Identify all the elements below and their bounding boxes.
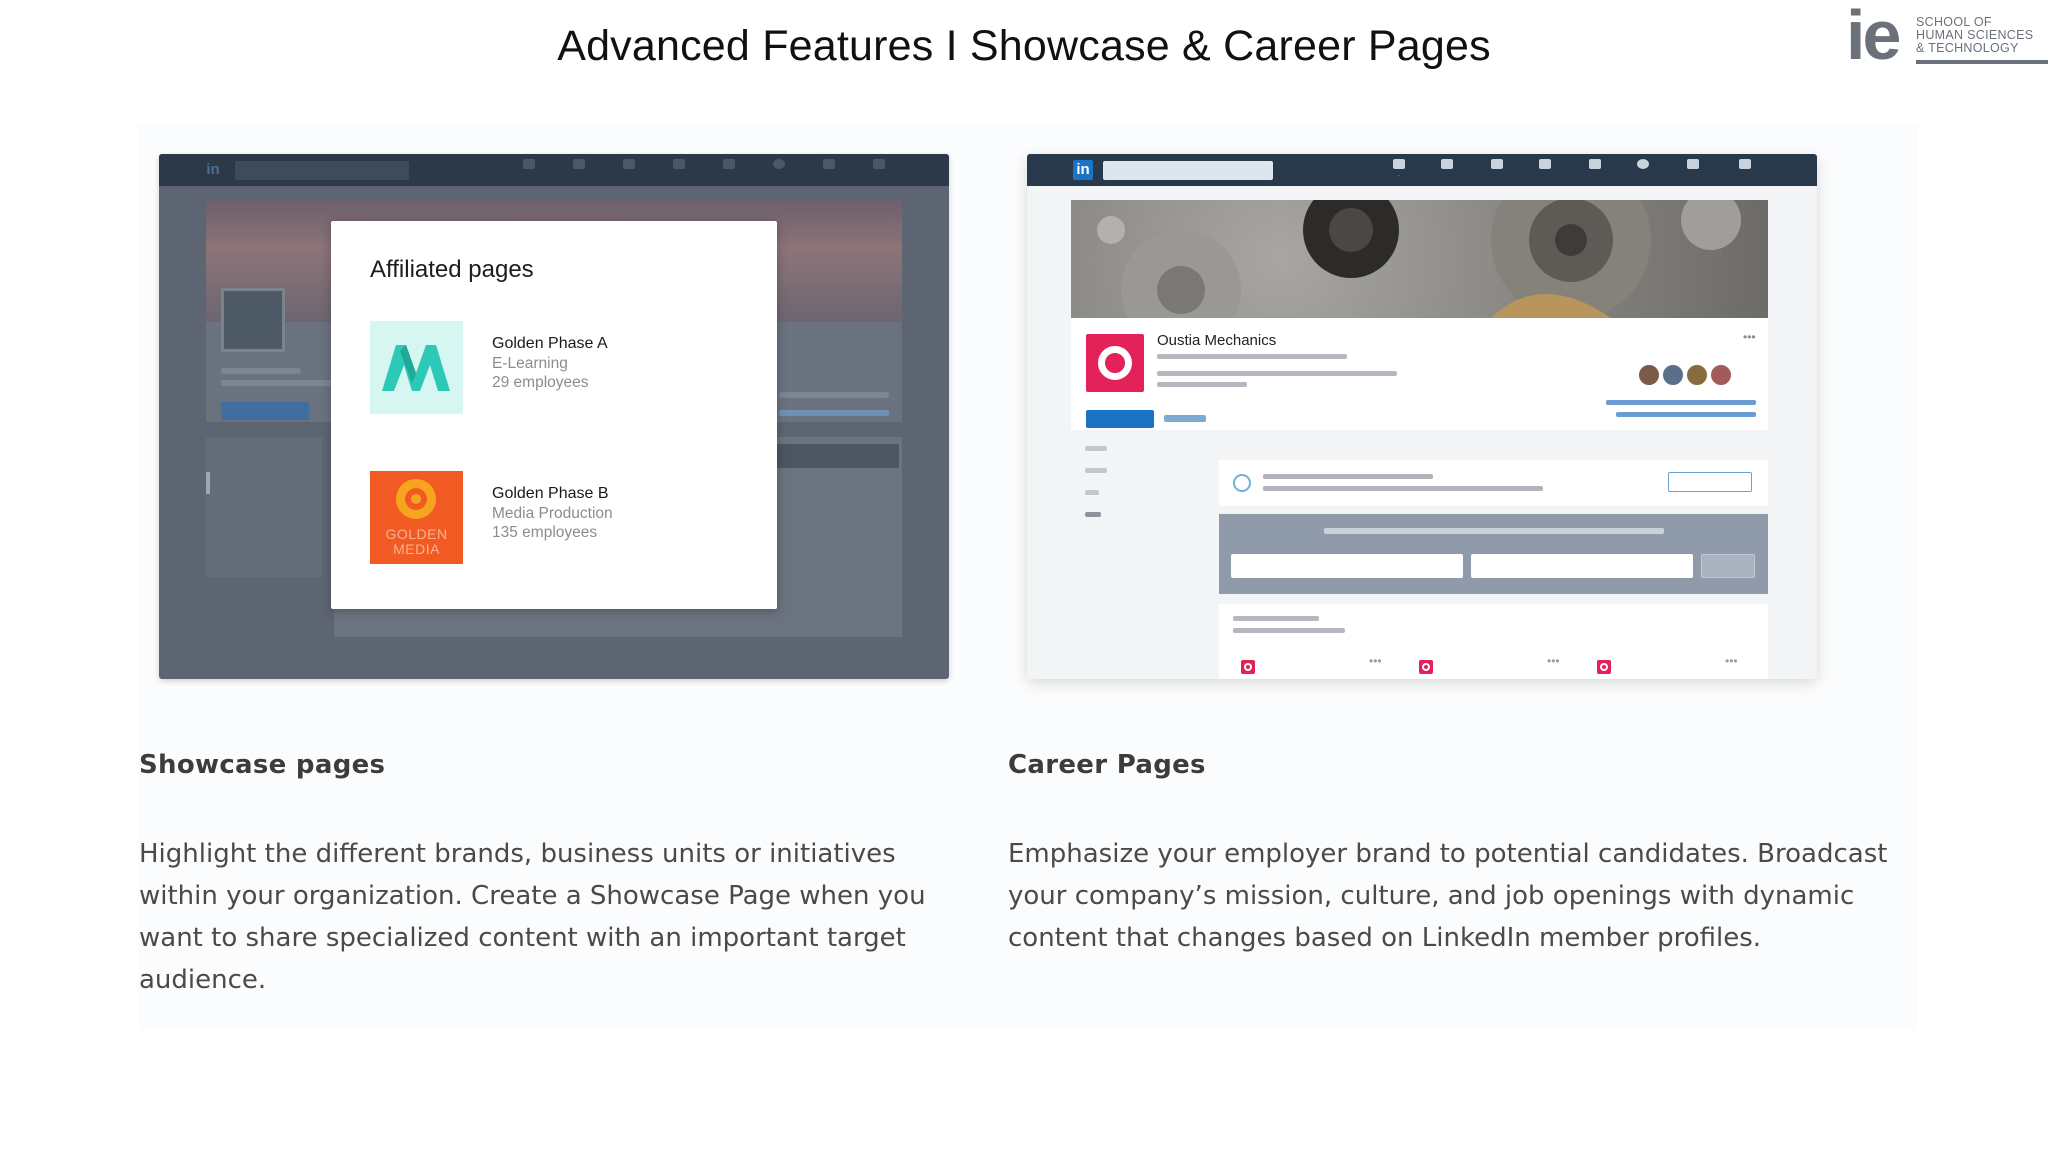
linkedin-nav-bar: in .: [1027, 154, 1817, 186]
home-icon: .: [1383, 159, 1415, 181]
company-logo: [221, 288, 285, 352]
profile-icon: [763, 159, 795, 181]
nav-search-input: [235, 161, 409, 180]
more-options-icon[interactable]: •••: [1369, 654, 1382, 668]
blurred-link: [779, 410, 889, 416]
visit-website-button: [221, 402, 309, 420]
m-letter-logo-icon: [370, 321, 463, 414]
affiliated-pages-modal: Affiliated pages Golden Phase A E-Learni…: [331, 221, 777, 609]
more-options-icon[interactable]: •••: [1743, 330, 1756, 344]
logo-line: & TECHNOLOGY: [1916, 41, 2019, 55]
showcase-description: Highlight the different brands, business…: [139, 839, 926, 995]
job-search-button[interactable]: [1701, 554, 1755, 578]
career-heading: Career Pages: [1008, 750, 1206, 780]
affiliated-page-employees: 135 employees: [492, 524, 598, 541]
grid-icon: [1677, 159, 1709, 181]
sidebar-item[interactable]: [1085, 490, 1099, 495]
connections-link[interactable]: [1606, 400, 1756, 405]
blurred-text: [1233, 628, 1345, 633]
logo-text: SCHOOL OF HUMAN SCIENCES & TECHNOLOGY: [1916, 16, 2033, 55]
blurred-text: [1263, 486, 1543, 491]
blurred-text: [221, 368, 301, 374]
messaging-icon: [663, 159, 695, 181]
company-logo-icon: [1241, 660, 1255, 674]
job-keyword-input[interactable]: [1231, 554, 1463, 578]
company-logo-icon: [1419, 660, 1433, 674]
jobs-icon: [1481, 159, 1513, 181]
job-search-section: [1219, 514, 1768, 594]
logo-mark: ie: [1846, 0, 1901, 74]
avatar: [1709, 363, 1733, 387]
linkedin-logo-icon: in: [1073, 160, 1093, 180]
affiliated-page-name: Golden Phase A: [492, 335, 608, 352]
ie-school-logo: ie SCHOOL OF HUMAN SCIENCES & TECHNOLOGY: [1846, 0, 2048, 74]
company-tagline: [1157, 382, 1247, 387]
home-icon: [513, 159, 545, 181]
affiliated-page-category: Media Production: [492, 505, 613, 522]
sidebar-item[interactable]: [1085, 512, 1101, 517]
company-name: Oustia Mechanics: [1157, 332, 1277, 349]
career-page-screenshot: in . Oustia Mechanics ••• ••• ••• •••: [1027, 154, 1817, 679]
linkedin-nav-bar: in: [159, 154, 949, 186]
job-location-input[interactable]: [1471, 554, 1693, 578]
nav-search-input: [1103, 161, 1273, 180]
create-job-alert-button[interactable]: [1668, 472, 1752, 492]
clock-icon: [1233, 474, 1251, 492]
company-logo-icon: [1086, 334, 1144, 392]
blurred-text: [1263, 474, 1433, 479]
company-logo-icon: [1597, 660, 1611, 674]
notifications-icon: [713, 159, 745, 181]
affiliated-page-name: Golden Phase B: [492, 485, 609, 502]
company-header-card: Oustia Mechanics •••: [1071, 318, 1768, 430]
recommended-jobs-card: ••• ••• •••: [1219, 604, 1768, 679]
blurred-text: [221, 380, 341, 386]
logo-text-line: MEDIA: [393, 541, 440, 557]
avatar: [1685, 363, 1709, 387]
showcase-heading: Showcase pages: [139, 750, 386, 780]
profile-icon: [1627, 159, 1659, 181]
company-cover-image: [1071, 200, 1768, 318]
affiliated-page-item[interactable]: Golden Phase A E-Learning 29 employees: [370, 321, 750, 415]
sidebar-active-indicator: [206, 472, 210, 494]
network-icon: [1431, 159, 1463, 181]
blurred-text: [1233, 616, 1319, 621]
jobs-icon: [613, 159, 645, 181]
company-meta: [1157, 354, 1347, 359]
golden-media-logo-icon: GOLDEN MEDIA: [370, 471, 463, 564]
messaging-icon: [1529, 159, 1561, 181]
job-alert-card: [1219, 460, 1768, 506]
blurred-text: [1324, 528, 1664, 534]
modal-title: Affiliated pages: [370, 256, 534, 283]
blurred-bar: [759, 444, 899, 468]
learning-icon: [863, 159, 895, 181]
more-options-icon[interactable]: •••: [1547, 654, 1560, 668]
linkedin-logo-icon: in: [206, 161, 220, 178]
slide-title: Advanced Features I Showcase & Career Pa…: [557, 22, 1491, 70]
follow-button[interactable]: [1164, 415, 1206, 422]
showcase-page-screenshot: in Affiliated pages Golden Phase A E-Lea…: [159, 154, 949, 679]
avatar: [1637, 363, 1661, 387]
logo-text-line: GOLDEN: [385, 526, 448, 542]
sidebar-nav: [1071, 442, 1201, 562]
career-description: Emphasize your employer brand to potenti…: [1008, 839, 1888, 953]
company-tagline: [1157, 371, 1397, 376]
sidebar-nav: [206, 437, 322, 577]
sidebar-item[interactable]: [1085, 468, 1107, 473]
sidebar-item[interactable]: [1085, 446, 1107, 451]
affiliated-page-employees: 29 employees: [492, 374, 589, 391]
notifications-icon: [1579, 159, 1611, 181]
grid-icon: [813, 159, 845, 181]
learning-icon: [1729, 159, 1761, 181]
affiliated-page-category: E-Learning: [492, 355, 568, 372]
visit-website-button[interactable]: [1086, 410, 1154, 428]
network-icon: [563, 159, 595, 181]
more-options-icon[interactable]: •••: [1725, 654, 1738, 668]
logo-rule: [1916, 60, 2048, 64]
affiliated-page-item[interactable]: GOLDEN MEDIA Golden Phase B Media Produc…: [370, 471, 750, 565]
employees-link[interactable]: [1616, 412, 1756, 417]
avatar: [1661, 363, 1685, 387]
blurred-text: [779, 392, 889, 398]
